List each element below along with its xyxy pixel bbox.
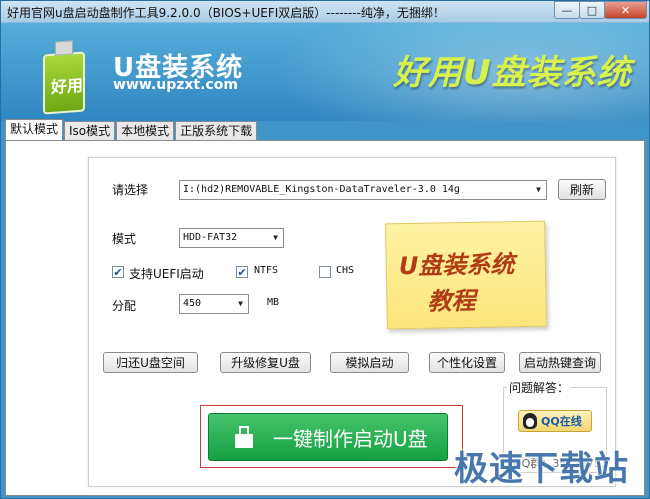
- usb-logo-icon: 好用: [43, 40, 85, 115]
- device-label: 请选择: [112, 183, 149, 197]
- brand-url: www.upzxt.com: [113, 77, 238, 93]
- partition-select-value: 450: [183, 298, 202, 309]
- title-bar: 好用官网u盘启动盘制作工具9.2.0.0（BIOS+UEFI双启版）------…: [1, 1, 649, 23]
- header-slogan: 好用U盘装系统: [393, 53, 632, 93]
- site-watermark: 极速下载站: [454, 449, 629, 489]
- qq-penguin-icon: [523, 413, 537, 429]
- mode-label: 模式: [112, 232, 137, 246]
- simulate-boot-button[interactable]: 模拟启动: [330, 352, 409, 373]
- tutorial-note-link[interactable]: U盘装系统 教程: [385, 220, 547, 330]
- maximize-button[interactable]: □: [579, 1, 605, 19]
- usb-logo-cap: [55, 40, 73, 56]
- qq-online-button[interactable]: QQ在线: [518, 410, 592, 432]
- help-title: 问题解答：: [507, 379, 572, 396]
- make-bootable-usb-label: 一键制作启动U盘: [273, 426, 428, 451]
- minimize-button[interactable]: —: [554, 1, 580, 19]
- app-window: 好用官网u盘启动盘制作工具9.2.0.0（BIOS+UEFI双启版）------…: [0, 0, 650, 499]
- tab-default-mode[interactable]: 默认模式: [5, 119, 64, 140]
- partition-label: 分配: [112, 299, 137, 313]
- tab-local-mode[interactable]: 本地模式: [116, 121, 175, 140]
- ntfs-label: NTFS: [254, 265, 279, 276]
- usb-drive-icon-cap: [239, 426, 249, 434]
- mode-tabs: 默认模式 Iso模式 本地模式 正版系统下载: [5, 119, 258, 141]
- chevron-down-icon: ▼: [536, 185, 541, 194]
- tutorial-note-line2: 教程: [427, 286, 476, 316]
- chevron-down-icon: ▼: [273, 233, 278, 242]
- chs-label: CHS: [336, 265, 355, 276]
- logo-text: 好用: [51, 75, 84, 97]
- partition-unit: MB: [267, 297, 280, 308]
- window-controls: — □ ✕: [554, 1, 647, 21]
- window-title: 好用官网u盘启动盘制作工具9.2.0.0（BIOS+UEFI双启版）------…: [7, 6, 445, 20]
- personalize-button[interactable]: 个性化设置: [429, 352, 505, 373]
- hotkey-query-button[interactable]: 启动热键查询: [519, 352, 601, 373]
- tab-system-download[interactable]: 正版系统下载: [175, 121, 258, 140]
- partition-select[interactable]: 450 ▼: [179, 294, 249, 314]
- device-select[interactable]: I:(hd2)REMOVABLE_Kingston-DataTraveler-3…: [179, 180, 547, 200]
- uefi-checkbox[interactable]: ✔: [112, 266, 124, 278]
- chs-checkbox[interactable]: [319, 266, 331, 278]
- checkmark-icon: ✔: [113, 265, 123, 279]
- qq-online-label: QQ在线: [541, 415, 582, 428]
- uefi-label: 支持UEFI启动: [129, 267, 204, 281]
- make-bootable-usb-button[interactable]: 一键制作启动U盘: [208, 413, 448, 461]
- mode-select[interactable]: HDD-FAT32 ▼: [179, 228, 284, 248]
- device-select-value: I:(hd2)REMOVABLE_Kingston-DataTraveler-3…: [183, 184, 460, 195]
- chevron-down-icon: ▼: [238, 299, 243, 308]
- repair-usb-button[interactable]: 升级修复U盘: [220, 352, 311, 373]
- close-button[interactable]: ✕: [604, 1, 647, 19]
- usb-drive-icon: [235, 426, 253, 448]
- tab-iso-mode[interactable]: Iso模式: [64, 121, 116, 140]
- refresh-button[interactable]: 刷新: [558, 179, 606, 200]
- header-banner: 好用 U盘装系统 www.upzxt.com 好用U盘装系统: [1, 23, 649, 121]
- usb-drive-icon-body: [235, 434, 253, 448]
- mode-select-value: HDD-FAT32: [183, 232, 238, 243]
- ntfs-checkbox[interactable]: ✔: [236, 266, 248, 278]
- restore-usb-space-button[interactable]: 归还U盘空间: [103, 352, 198, 373]
- tutorial-note-line1: U盘装系统: [398, 250, 515, 281]
- checkmark-icon: ✔: [237, 265, 247, 279]
